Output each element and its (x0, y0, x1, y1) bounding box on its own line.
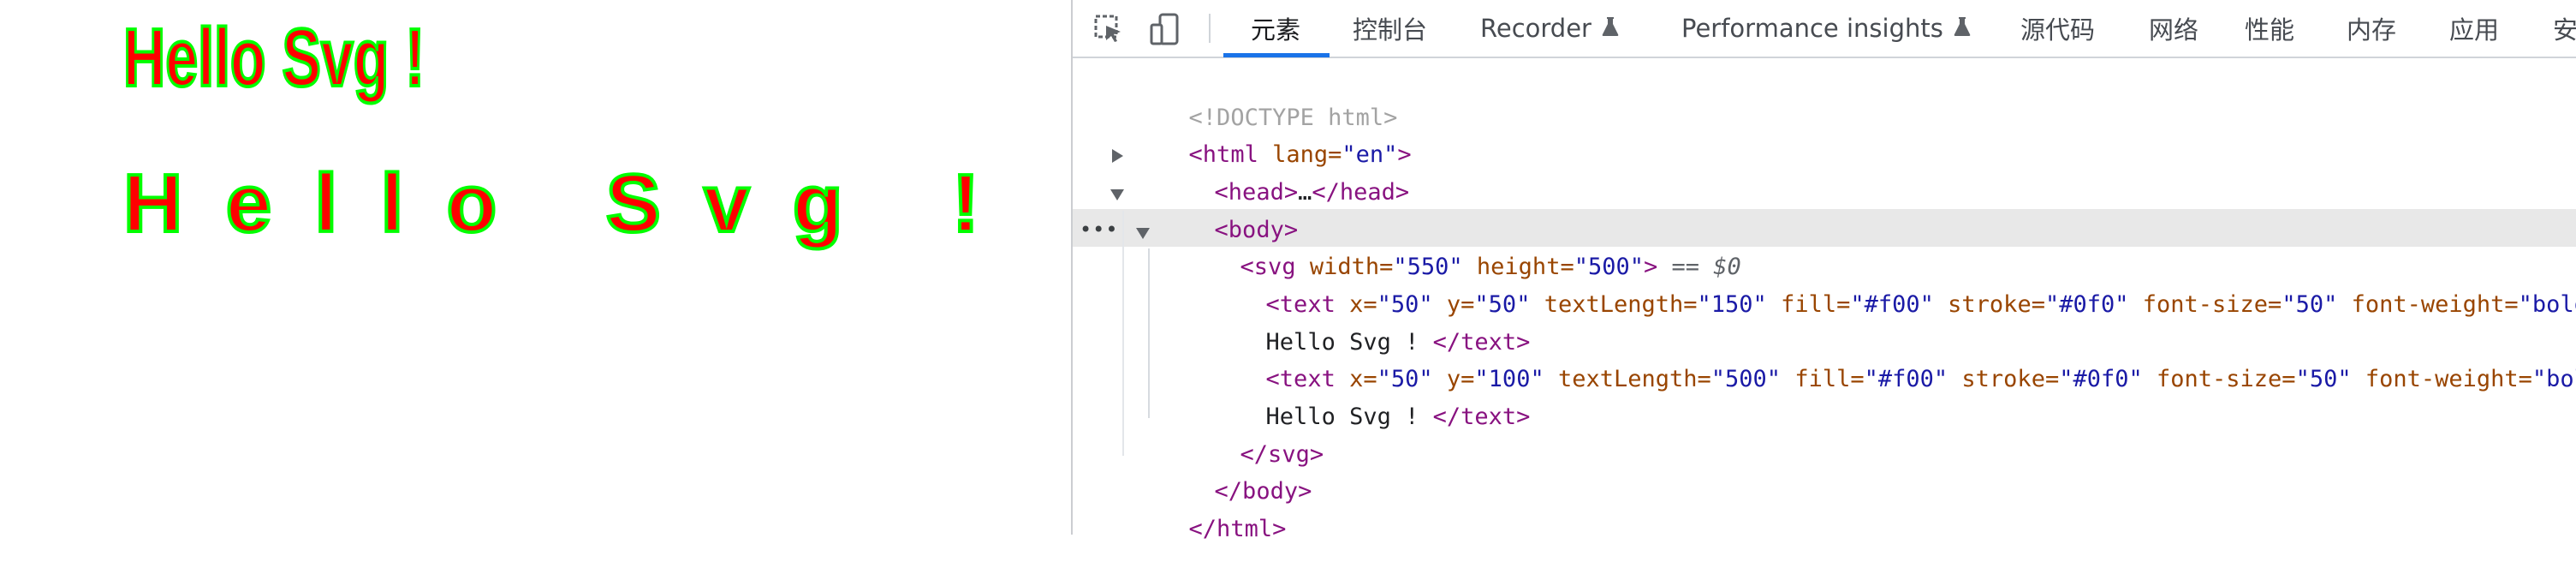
tree-node-svg-close[interactable]: </svg> (1157, 398, 1324, 468)
tab-elements[interactable]: 元素 (1251, 0, 1300, 57)
tree-node-text-2-content[interactable]: Hello Svg ! </text> (1182, 361, 1531, 430)
tab-memory[interactable]: 内存 (2347, 0, 2396, 57)
tab-sources[interactable]: 源代码 (2020, 0, 2095, 57)
tab-label: 安 (2553, 15, 2576, 45)
tab-console[interactable]: 控制台 (1353, 0, 1427, 57)
tree-node-html[interactable]: <html lang="en"> (1105, 99, 1412, 168)
tab-security[interactable]: 安 (2553, 0, 2576, 57)
attr-name: textLength= (1530, 291, 1698, 318)
tab-label: 应用 (2449, 15, 2500, 45)
attr-name: font-weight= (2337, 291, 2519, 318)
tab-performance[interactable]: 性能 (2245, 0, 2294, 57)
attr-name: font-size= (2142, 366, 2296, 392)
attr-value: "500" (1710, 366, 1782, 392)
attr-name: textLength= (1544, 366, 1711, 392)
tab-label: Performance insights (1681, 14, 1943, 43)
devtools-toolbar: 元素 控制台 Recorder Performance insights 源代码… (1073, 0, 2576, 58)
tag-close: </text> (1432, 404, 1531, 430)
tab-recorder[interactable]: Recorder (1480, 0, 1619, 57)
attr-name: font-size= (2128, 291, 2282, 318)
attr-value: "#0f0" (2059, 366, 2143, 392)
tab-label: 源代码 (2020, 15, 2096, 45)
attr-value: "bold" (2531, 366, 2576, 392)
tree-node-text-2[interactable]: <text x="50" y="100" textLength="500" fi… (1182, 323, 2576, 392)
device-toolbar-icon[interactable] (1146, 10, 1184, 48)
attr-name: stroke= (1933, 291, 2045, 318)
attr-value: "bold" (2518, 291, 2576, 318)
toolbar-separator (1209, 14, 1211, 43)
collapse-arrow-icon[interactable] (1110, 189, 1124, 200)
collapsed-ellipsis[interactable]: … (1298, 179, 1312, 206)
tree-node-head[interactable]: <head>…</head> (1131, 136, 1410, 206)
attr-name: font-weight= (2351, 366, 2532, 392)
page-svg: Hello Svg ! Hello Svg ! (122, 10, 981, 251)
attr-value: "#0f0" (2044, 291, 2129, 318)
tree-node-text-1-content[interactable]: Hello Svg ! </text> (1182, 286, 1531, 356)
page-viewport: Hello Svg ! Hello Svg ! (0, 0, 1071, 535)
tab-label: 内存 (2347, 15, 2397, 45)
attr-value: "150" (1697, 291, 1767, 318)
tab-label: 网络 (2149, 15, 2199, 45)
expand-arrow-icon[interactable] (1112, 149, 1123, 163)
collapse-arrow-icon[interactable] (1136, 228, 1150, 239)
tab-label: 元素 (1251, 15, 1301, 45)
attr-name: fill= (1781, 366, 1865, 392)
attr-value: "50" (2282, 291, 2338, 318)
tree-node-text-1[interactable]: <text x="50" y="50" textLength="150" fil… (1182, 248, 2576, 318)
attr-value: "#f00" (1850, 291, 1934, 318)
tab-network[interactable]: 网络 (2149, 0, 2198, 57)
tab-label: Recorder (1480, 14, 1591, 43)
tag-close: </head> (1312, 179, 1410, 206)
tag-close: </html> (1188, 516, 1287, 542)
tab-label: 性能 (2245, 15, 2295, 45)
tree-node-body[interactable]: <body> (1131, 174, 1299, 243)
tree-node-body-close[interactable]: </body> (1131, 435, 1312, 505)
tab-performance-insights[interactable]: Performance insights (1681, 0, 1971, 57)
tree-node-html-close[interactable]: </html> (1105, 473, 1287, 542)
select-element-icon[interactable] (1090, 10, 1127, 48)
tree-node-doctype[interactable]: <!DOCTYPE html> (1105, 62, 1398, 131)
devtools-panel: 元素 控制台 Recorder Performance insights 源代码… (1071, 0, 2576, 542)
attr-name: stroke= (1948, 366, 2060, 392)
attr-value: "50" (2295, 366, 2352, 392)
svg-text-expanded: Hello Svg ! (123, 158, 979, 249)
svg-text-compressed: Hello Svg ! (123, 12, 425, 104)
attr-value: "#f00" (1864, 366, 1948, 392)
experimental-flask-icon (1954, 14, 1971, 43)
more-actions-icon[interactable]: ••• (1080, 218, 1118, 242)
tab-application[interactable]: 应用 (2449, 0, 2499, 57)
tree-node-svg[interactable]: <svg width="550" height="500"> == $0 (1157, 211, 1741, 280)
experimental-flask-icon (1602, 14, 1619, 43)
attr-name: fill= (1766, 291, 1851, 318)
tab-label: 控制台 (1353, 15, 1428, 45)
indent-guide (1122, 211, 1124, 456)
active-tab-indicator (1223, 53, 1330, 57)
